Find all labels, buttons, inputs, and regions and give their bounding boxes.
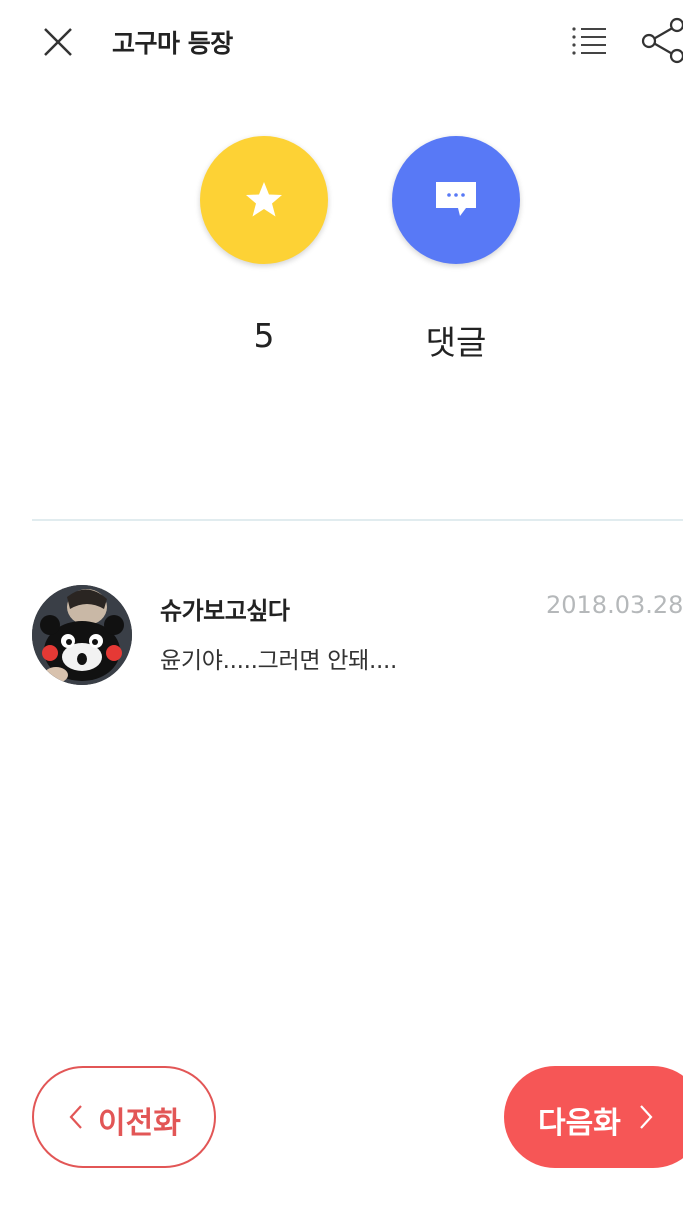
comment-author: 슈가보고싶다 xyxy=(160,597,290,625)
header-bar: 고구마 등장 xyxy=(0,0,683,84)
comment-bubble-icon xyxy=(436,182,476,216)
prev-episode-label: 이전화 xyxy=(98,1106,181,1141)
next-episode-label: 다음화 xyxy=(538,1106,621,1141)
divider xyxy=(32,519,683,521)
star-button[interactable] xyxy=(200,136,328,264)
prev-episode-button[interactable]: 이전화 xyxy=(32,1066,216,1168)
avatar xyxy=(32,585,132,685)
page-title: 고구마 등장 xyxy=(112,29,233,58)
list-icon xyxy=(572,27,606,55)
comment-button[interactable] xyxy=(392,136,520,264)
next-episode-button[interactable]: 다음화 xyxy=(504,1066,683,1168)
share-button[interactable] xyxy=(638,14,683,66)
comment-label[interactable]: 댓글 xyxy=(392,316,520,364)
comment-text: 윤기야.....그러면 안돼.... xyxy=(160,648,397,674)
comment-date: 2018.03.28 xyxy=(546,591,683,619)
share-icon xyxy=(641,17,683,64)
close-button[interactable] xyxy=(38,22,78,62)
close-icon xyxy=(44,28,72,56)
comment-item: 슈가보고싶다 2018.03.28 윤기야.....그러면 안돼.... xyxy=(32,585,683,695)
chevron-left-icon xyxy=(69,1105,82,1129)
star-count: 5 xyxy=(253,316,275,355)
episode-list-button[interactable] xyxy=(568,24,610,60)
star-icon xyxy=(246,182,282,217)
chevron-right-icon xyxy=(640,1105,653,1129)
